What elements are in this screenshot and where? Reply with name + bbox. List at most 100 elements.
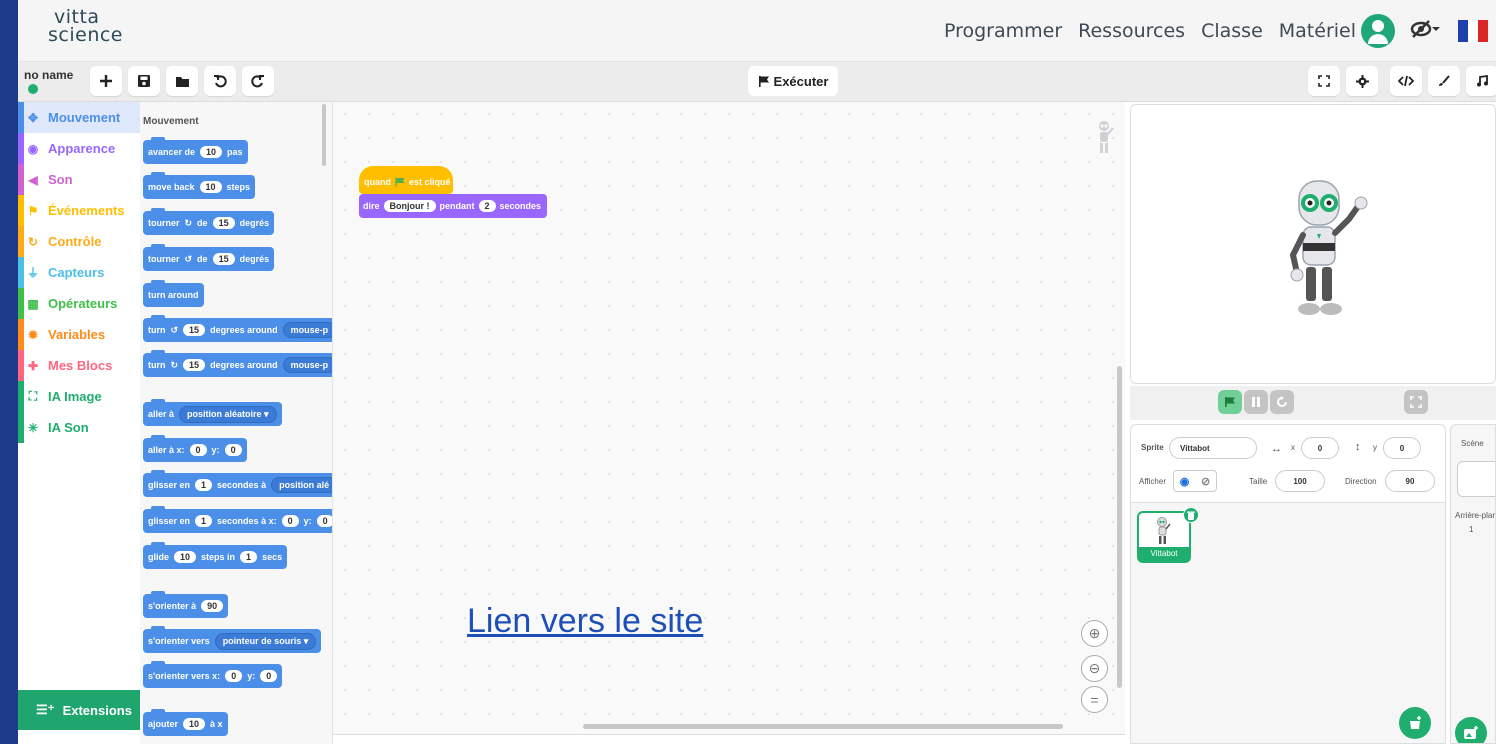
block-dropdown[interactable]: mouse-p — [282, 322, 332, 338]
add-sprite-button[interactable] — [1399, 707, 1431, 739]
block-input[interactable]: 10 — [174, 551, 197, 563]
block-input[interactable]: 1 — [195, 515, 213, 527]
vittabot-sprite[interactable] — [1279, 177, 1369, 327]
block-input[interactable]: 15 — [212, 253, 235, 265]
block-turn-around-right[interactable]: turn ↻ 15 degrees around mouse-p — [143, 350, 332, 377]
block-point-direction[interactable]: s'orienter à 90 — [143, 591, 229, 618]
pause-button[interactable] — [1244, 390, 1268, 414]
block-turn-around-left[interactable]: turn ↺ 15 degrees around mouse-p — [143, 315, 332, 342]
zoom-in-button[interactable]: ⊕ — [1081, 620, 1108, 647]
sprite-name-input[interactable]: Vittabot — [1169, 437, 1257, 459]
category-ia-image[interactable]: ⛶ IA Image — [18, 381, 149, 412]
block-goto-random[interactable]: aller à position aléatoire ▾ — [143, 399, 282, 426]
block-input[interactable]: 0 — [189, 444, 207, 456]
block-input[interactable]: 10 — [200, 146, 223, 158]
block-input[interactable]: 90 — [201, 600, 224, 612]
zoom-reset-button[interactable]: = — [1081, 686, 1108, 713]
settings-button[interactable] — [1346, 66, 1378, 96]
block-change-x[interactable]: ajouter 10 à x — [143, 709, 228, 736]
block-move-steps[interactable]: avancer de 10 pas — [143, 137, 248, 164]
stage-fullscreen-button[interactable] — [1404, 390, 1428, 414]
block-point-towards-xy[interactable]: s'orienter vers x: 0 y: 0 — [143, 661, 283, 688]
block-input[interactable]: 0 — [260, 670, 278, 682]
add-backdrop-button[interactable] — [1455, 717, 1487, 743]
green-flag-button[interactable] — [1218, 390, 1242, 414]
eye-off-icon[interactable]: ⊘ — [1201, 475, 1210, 488]
category-operateurs[interactable]: ▦ Opérateurs — [18, 288, 149, 319]
nav-materiel[interactable]: Matériel — [1279, 20, 1356, 42]
block-input[interactable]: 0 — [281, 515, 299, 527]
block-input[interactable]: 15 — [212, 217, 235, 229]
block-input[interactable]: 10 — [183, 718, 206, 730]
logo[interactable]: vitta science — [48, 8, 123, 45]
accessibility-eye-off-icon[interactable] — [1410, 18, 1440, 46]
redo-button[interactable] — [242, 66, 274, 96]
sounds-button[interactable] — [1466, 66, 1496, 96]
save-button[interactable] — [128, 66, 160, 96]
block-move-back[interactable]: move back 10 steps — [143, 172, 256, 199]
block-dropdown[interactable]: position alé — [271, 477, 332, 493]
say-text-input[interactable]: Bonjour ! — [383, 200, 436, 212]
category-ia-son[interactable]: ✳ IA Son — [18, 412, 149, 443]
eye-icon[interactable]: ◉ — [1180, 475, 1190, 488]
say-for-seconds-block[interactable]: dire Bonjour ! pendant 2 secondes — [359, 194, 547, 218]
block-dropdown[interactable]: pointeur de souris ▾ — [214, 632, 317, 650]
block-input[interactable]: 0 — [316, 515, 332, 527]
block-glide-steps[interactable]: glide 10 steps in 1 secs — [143, 542, 288, 569]
code-view-button[interactable] — [1390, 66, 1422, 96]
workspace-vertical-scrollbar[interactable] — [1117, 366, 1122, 688]
costume-button[interactable] — [1428, 66, 1460, 96]
when-flag-clicked-block[interactable]: quand est cliqué — [359, 166, 453, 194]
stage-canvas[interactable] — [1130, 104, 1496, 384]
direction-input[interactable]: 90 — [1385, 470, 1435, 492]
delete-sprite-button[interactable] — [1183, 507, 1199, 523]
fullscreen-button[interactable] — [1308, 66, 1340, 96]
category-apparence[interactable]: ◉ Apparence — [18, 133, 149, 164]
script-workspace[interactable]: quand est cliqué dire Bonjour ! pendant … — [333, 102, 1125, 734]
x-input[interactable]: 0 — [1301, 437, 1339, 459]
block-input[interactable]: 1 — [240, 551, 258, 563]
sprite-thumbnail[interactable]: Vittabot — [1137, 507, 1199, 563]
block-input[interactable]: 15 — [183, 359, 206, 371]
y-input[interactable]: 0 — [1383, 437, 1421, 459]
block-input[interactable]: 0 — [225, 670, 243, 682]
category-capteurs[interactable]: ⏚ Capteurs — [18, 257, 149, 288]
language-flag-icon[interactable] — [1458, 20, 1488, 42]
block-input[interactable]: 15 — [183, 324, 206, 336]
undo-button[interactable] — [204, 66, 236, 96]
extensions-button[interactable]: ☰⁺ Extensions — [18, 690, 150, 730]
block-input[interactable]: 10 — [199, 181, 222, 193]
nav-programmer[interactable]: Programmer — [944, 20, 1062, 42]
category-son[interactable]: ◀ Son — [18, 164, 149, 195]
block-dropdown[interactable]: position aléatoire ▾ — [179, 405, 277, 423]
block-glide-to[interactable]: glisser en 1 secondes à position alé — [143, 470, 332, 497]
open-button[interactable] — [166, 66, 198, 96]
block-dropdown[interactable]: mouse-p — [282, 357, 332, 373]
category-mouvement[interactable]: ✥ Mouvement — [18, 102, 149, 133]
project-name[interactable]: no name — [24, 68, 73, 82]
category-mes-blocs[interactable]: ✚ Mes Blocs — [18, 350, 149, 381]
nav-ressources[interactable]: Ressources — [1078, 20, 1185, 42]
seconds-input[interactable]: 2 — [478, 200, 496, 212]
block-point-towards[interactable]: s'orienter vers pointeur de souris ▾ — [143, 626, 322, 653]
size-input[interactable]: 100 — [1275, 470, 1325, 492]
block-glide-xy[interactable]: glisser en 1 secondes à x: 0 y: 0 — [143, 506, 332, 533]
block-turn-around[interactable]: turn around — [143, 280, 204, 307]
user-avatar-icon[interactable] — [1361, 14, 1395, 48]
block-turn-right[interactable]: tourner ↻ de 15 degrés — [143, 208, 275, 235]
category-evenements[interactable]: ⚑ Événements — [18, 195, 149, 226]
block-goto-xy[interactable]: aller à x: 0 y: 0 — [143, 435, 247, 462]
nav-classe[interactable]: Classe — [1201, 20, 1263, 42]
category-controle[interactable]: ↻ Contrôle — [18, 226, 149, 257]
block-input[interactable]: 0 — [224, 444, 242, 456]
category-variables[interactable]: ✹ Variables — [18, 319, 149, 350]
run-button[interactable]: Exécuter — [748, 66, 838, 96]
zoom-out-button[interactable]: ⊖ — [1081, 655, 1108, 682]
block-input[interactable]: 1 — [195, 479, 213, 491]
new-project-button[interactable] — [90, 66, 122, 96]
stop-button[interactable] — [1270, 390, 1294, 414]
workspace-horizontal-scrollbar[interactable] — [583, 724, 1063, 729]
scene-thumbnail[interactable] — [1457, 461, 1495, 497]
website-link[interactable]: Lien vers le site — [467, 602, 703, 641]
palette-scrollbar[interactable] — [322, 104, 326, 166]
